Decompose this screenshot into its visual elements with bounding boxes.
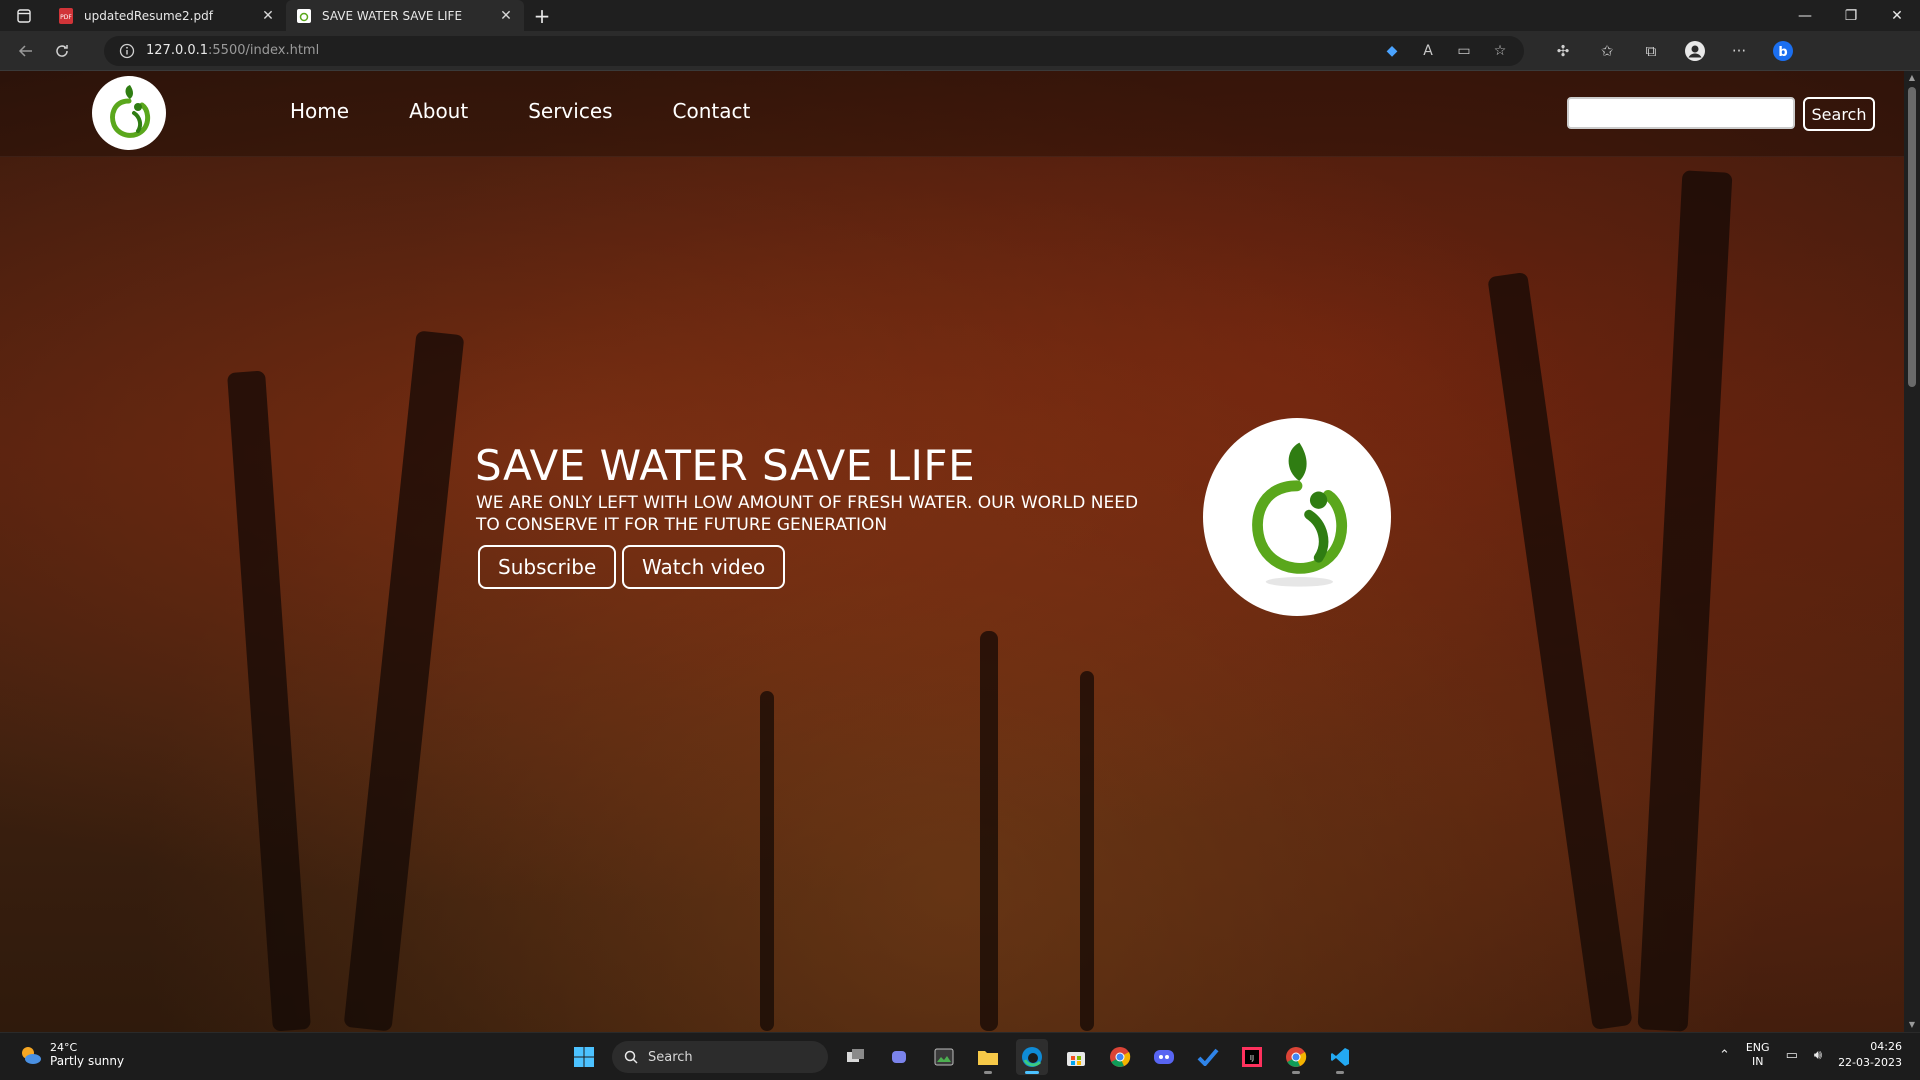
discord-icon[interactable] xyxy=(1148,1039,1180,1075)
clock-date: 22-03-2023 xyxy=(1838,1056,1902,1069)
nav-home-link[interactable]: Home xyxy=(290,99,349,123)
new-tab-button[interactable]: + xyxy=(524,0,560,31)
nav-about-link[interactable]: About xyxy=(409,99,468,123)
todo-app-icon[interactable] xyxy=(1192,1039,1224,1075)
svg-text:IJ: IJ xyxy=(1250,1054,1254,1062)
windows-logo-icon xyxy=(574,1047,594,1067)
collections-icon[interactable]: ⧉ xyxy=(1640,40,1662,62)
scroll-up-icon[interactable]: ▲ xyxy=(1904,71,1920,85)
intellij-icon[interactable]: IJ xyxy=(1236,1039,1268,1075)
system-clock[interactable]: 04:26 22-03-2023 xyxy=(1838,1039,1902,1071)
extensions-icon[interactable]: ✣ xyxy=(1552,40,1574,62)
tab-title: updatedResume2.pdf xyxy=(84,8,213,23)
close-window-icon[interactable]: ✕ xyxy=(1874,0,1920,31)
tab-save-water[interactable]: SAVE WATER SAVE LIFE ✕ xyxy=(286,0,524,31)
weather-temp: 24°C xyxy=(50,1041,78,1054)
edge-browser-icon[interactable] xyxy=(1016,1039,1048,1075)
site-info-icon[interactable] xyxy=(118,42,136,60)
vscode-icon[interactable] xyxy=(1324,1039,1356,1075)
site-logo[interactable] xyxy=(92,76,166,150)
tag-icon[interactable]: ◆ xyxy=(1382,41,1402,61)
hero-logo xyxy=(1203,418,1391,616)
show-hidden-icons-icon[interactable]: ⌃ xyxy=(1719,1048,1730,1063)
chrome-icon[interactable] xyxy=(1104,1039,1136,1075)
svg-text:b: b xyxy=(1778,45,1787,60)
search-icon xyxy=(624,1050,638,1064)
close-tab-icon[interactable]: ✕ xyxy=(498,8,514,24)
url-host: 127.0.0.1 xyxy=(146,43,209,58)
chrome-profile-icon[interactable] xyxy=(1280,1039,1312,1075)
tab-actions-button[interactable] xyxy=(0,0,48,31)
watch-video-button[interactable]: Watch video xyxy=(622,545,786,589)
input-language[interactable]: ENG IN xyxy=(1746,1041,1770,1069)
site-search-button[interactable]: Search xyxy=(1803,97,1875,131)
hero-title: SAVE WATER SAVE LIFE xyxy=(475,441,976,490)
teams-chat-icon[interactable] xyxy=(884,1039,916,1075)
scrollbar-thumb[interactable] xyxy=(1908,87,1916,387)
hero-subtitle: WE ARE ONLY LEFT WITH LOW AMOUNT OF FRES… xyxy=(476,493,1139,535)
system-tray: ⌃ ENG IN ▭ 🔊︎ 04:26 22-03-2023 xyxy=(1719,1039,1902,1071)
task-view-icon[interactable] xyxy=(840,1039,872,1075)
background-tree xyxy=(760,691,774,1031)
favorites-icon[interactable]: ✩ xyxy=(1596,40,1618,62)
close-tab-icon[interactable]: ✕ xyxy=(260,8,276,24)
scroll-down-icon[interactable]: ▼ xyxy=(1904,1018,1920,1032)
lang-region: IN xyxy=(1751,1055,1764,1068)
start-button[interactable] xyxy=(568,1039,600,1075)
weather-condition: Partly sunny xyxy=(50,1054,125,1068)
subscribe-button[interactable]: Subscribe xyxy=(478,545,617,589)
tab-resume-pdf[interactable]: PDF updatedResume2.pdf ✕ xyxy=(48,0,286,31)
back-button[interactable] xyxy=(8,35,44,67)
immersive-reader-icon[interactable]: ▭ xyxy=(1454,41,1474,61)
read-aloud-icon[interactable]: A xyxy=(1418,41,1438,61)
address-bar[interactable]: 127.0.0.1:5500/index.html ◆ A ▭ ☆ xyxy=(104,35,1524,66)
address-toolbar: 127.0.0.1:5500/index.html ◆ A ▭ ☆ ✣ ✩ ⧉ … xyxy=(0,31,1920,71)
browser-tab-bar: PDF updatedResume2.pdf ✕ SAVE WATER SAVE… xyxy=(0,0,1920,31)
volume-icon[interactable]: 🔊︎ xyxy=(1814,1048,1822,1063)
site-header: Home About Services Contact Search xyxy=(0,71,1904,157)
url-path: :5500/index.html xyxy=(208,43,320,58)
back-arrow-icon xyxy=(18,44,32,57)
taskbar-apps: Search IJ xyxy=(568,1039,1356,1075)
site-nav: Home About Services Contact xyxy=(290,99,750,123)
svg-text:PDF: PDF xyxy=(60,14,72,21)
tab-actions-icon xyxy=(17,8,31,23)
taskbar-search-label: Search xyxy=(648,1049,693,1065)
refresh-icon xyxy=(56,44,68,57)
windows-taskbar: 24°C Partly sunny Search IJ ⌃ ENG IN ▭ 🔊… xyxy=(0,1032,1920,1080)
network-icon[interactable]: ▭ xyxy=(1786,1048,1798,1063)
lang-code: ENG xyxy=(1745,1041,1770,1054)
taskbar-search[interactable]: Search xyxy=(612,1041,828,1073)
profile-avatar-icon[interactable] xyxy=(1684,40,1706,62)
background-tree xyxy=(1487,271,1633,1031)
nav-contact-link[interactable]: Contact xyxy=(673,99,751,123)
pdf-icon: PDF xyxy=(58,7,74,24)
photos-app-icon[interactable] xyxy=(928,1039,960,1075)
file-explorer-icon[interactable] xyxy=(972,1039,1004,1075)
tab-title: SAVE WATER SAVE LIFE xyxy=(322,8,463,23)
background-tree xyxy=(1080,671,1094,1031)
leaf-logo-icon xyxy=(1252,442,1348,587)
nav-services-link[interactable]: Services xyxy=(528,99,612,123)
bing-chat-icon[interactable]: b xyxy=(1772,40,1794,62)
background-tree xyxy=(980,631,998,1031)
background-tree xyxy=(343,330,465,1032)
clock-time: 04:26 xyxy=(1870,1040,1902,1053)
page-icon xyxy=(296,8,312,24)
restore-icon[interactable]: ❐ xyxy=(1828,0,1874,31)
more-options-icon[interactable]: ··· xyxy=(1728,40,1750,62)
leaf-logo-icon xyxy=(110,85,151,138)
background-tree xyxy=(1637,170,1733,1032)
background-tree xyxy=(227,370,311,1032)
minimize-icon[interactable]: — xyxy=(1782,0,1828,31)
weather-widget[interactable]: 24°C Partly sunny xyxy=(18,1041,124,1068)
refresh-button[interactable] xyxy=(44,35,80,67)
add-favorite-icon[interactable]: ☆ xyxy=(1490,41,1510,61)
microsoft-store-icon[interactable] xyxy=(1060,1039,1092,1075)
page-scrollbar[interactable]: ▲ ▼ xyxy=(1904,71,1920,1032)
window-controls: — ❐ ✕ xyxy=(1782,0,1920,31)
page-viewport: Home About Services Contact Search SAVE … xyxy=(0,71,1904,1032)
site-search-input[interactable] xyxy=(1567,97,1795,129)
partly-sunny-icon xyxy=(22,1046,41,1064)
